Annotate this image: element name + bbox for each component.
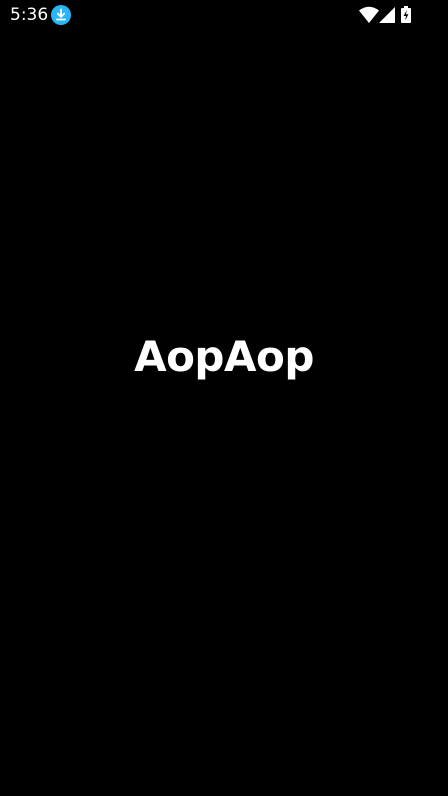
wifi-icon	[359, 6, 379, 23]
battery-charging-icon	[401, 6, 411, 23]
status-time: 5:36	[10, 5, 49, 25]
status-icons	[359, 5, 415, 25]
app-logo: AopAop	[134, 332, 314, 381]
download-icon	[51, 5, 71, 25]
signal-icon	[379, 7, 395, 23]
status-bar: 5:36	[0, 0, 448, 30]
